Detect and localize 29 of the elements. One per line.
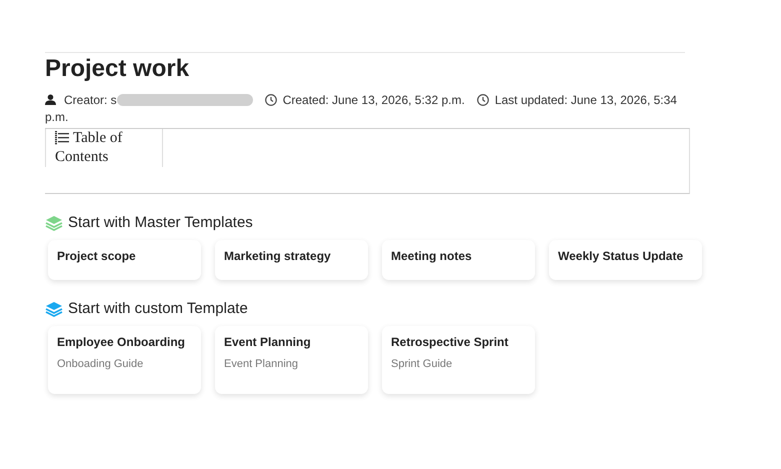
created-date: Created: June 13, 2026, 5:32 p.m. <box>282 93 465 107</box>
card-title: Retrospective Sprint <box>391 335 510 349</box>
template-card[interactable]: Weekly Status Update <box>549 240 702 280</box>
card-title: Event Planning <box>224 335 312 349</box>
clock-icon <box>264 94 277 106</box>
toc-label[interactable]: Table of Contents <box>55 129 137 167</box>
card-title: Marketing strategy <box>224 249 332 263</box>
section-heading: Start with custom Template <box>68 300 248 317</box>
template-card[interactable]: Employee Onboarding Onboading Guide <box>48 326 201 394</box>
creator-label: Creator: s <box>64 93 117 107</box>
list-icon <box>55 131 69 145</box>
section-heading: Start with Master Templates <box>68 214 253 231</box>
clock-icon <box>476 94 489 106</box>
card-title: Weekly Status Update <box>558 249 684 263</box>
template-card[interactable]: Event Planning Event Planning <box>215 326 368 394</box>
page-title: Project work <box>45 55 190 83</box>
template-card[interactable]: Project scope <box>48 240 201 280</box>
template-card[interactable]: Retrospective Sprint Sprint Guide <box>382 326 535 394</box>
user-icon <box>45 94 56 105</box>
card-title: Employee Onboarding <box>57 335 186 349</box>
template-card[interactable]: Meeting notes <box>382 240 535 280</box>
card-subtitle: Sprint Guide <box>391 358 454 370</box>
card-title: Meeting notes <box>391 249 473 263</box>
template-card[interactable]: Marketing strategy <box>215 240 368 280</box>
card-subtitle: Onboading Guide <box>57 358 144 370</box>
updated-date: Last updated: June 13, 2026, 5:34 <box>494 93 677 107</box>
card-title: Project scope <box>57 249 137 263</box>
card-subtitle: Event Planning <box>224 358 299 370</box>
updated-time-suffix: p.m. <box>45 110 68 124</box>
